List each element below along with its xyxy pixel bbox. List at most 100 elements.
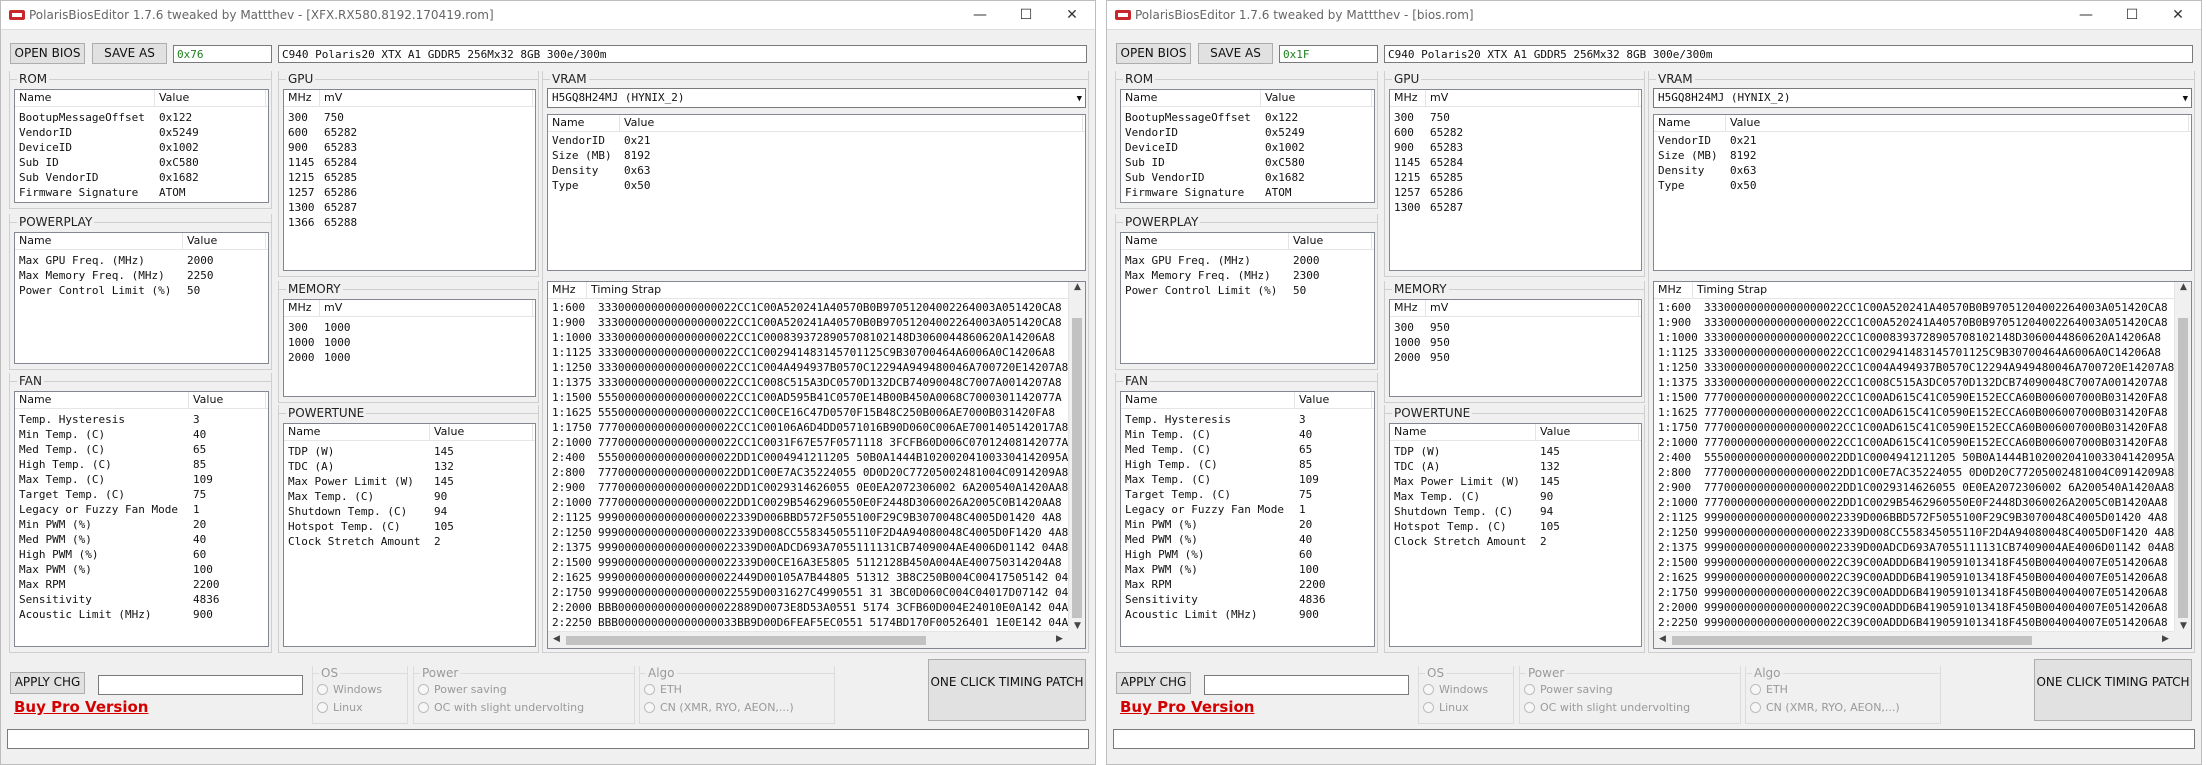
column-header[interactable]: Value: [1536, 424, 1639, 440]
table-row[interactable]: 1:1125 333000000000000000022CC1C002941483…: [1654, 345, 2191, 360]
one-click-timing-patch-button[interactable]: ONE CLICK TIMING PATCH: [2034, 659, 2192, 721]
table-row[interactable]: 2:400 555000000000000000022DD1C0004941211…: [1654, 450, 2191, 465]
title-bar[interactable]: PolarisBiosEditor 1.7.6 tweaked by Mattt…: [1, 1, 1095, 30]
gpu-list[interactable]: MHz mV 300 750 600 65282 900 65283 1145 65284 1215…: [1389, 89, 1642, 271]
fan-list[interactable]: Name Value Temp. Hysteresis 3 Min Temp. (C) 4…: [1120, 391, 1375, 647]
column-header[interactable]: Name: [1390, 424, 1536, 440]
table-row[interactable]: 2:1375 999000000000000000022339D00ADCD693…: [548, 540, 1085, 555]
table-row[interactable]: 900 65283: [1390, 140, 1641, 155]
table-row[interactable]: Type 0x50: [1654, 178, 2191, 193]
algo-eth-radio[interactable]: ETH: [1750, 683, 1788, 696]
save-as-button[interactable]: SAVE AS: [92, 43, 167, 64]
column-header[interactable]: Value: [183, 233, 266, 249]
table-row[interactable]: 2:2250 BBB000000000000000033BB9D00D6FEAF5…: [548, 615, 1085, 630]
memory-list[interactable]: MHz mV 300 950 1000 950 2000 950: [1389, 299, 1642, 397]
memory-list[interactable]: MHz mV 300 1000 1000 1000 2000 1000: [283, 299, 536, 397]
table-row[interactable]: Temp. Hysteresis 3: [1121, 412, 1374, 427]
column-header[interactable]: Name: [15, 392, 189, 408]
powerplay-list[interactable]: Name Value Max GPU Freq. (MHz) 2000 Max Memo…: [1120, 232, 1375, 364]
table-row[interactable]: 2:1750 999000000000000000022C39C00ADDD6B4…: [1654, 585, 2191, 600]
buy-pro-link[interactable]: Buy Pro Version: [14, 698, 148, 716]
table-row[interactable]: TDP (W) 145: [284, 444, 535, 459]
table-row[interactable]: 1:1750 777000000000000000022CC1C00AD615C4…: [1654, 420, 2191, 435]
table-row[interactable]: Acoustic Limit (MHz) 900: [1121, 607, 1374, 622]
table-row[interactable]: DeviceID 0x1002: [15, 140, 268, 155]
table-row[interactable]: 1:900 333000000000000000022CC1C00A520241A…: [548, 315, 1085, 330]
table-row[interactable]: Sensitivity 4836: [1121, 592, 1374, 607]
table-row[interactable]: 1:1375 333000000000000000022CC1C008C515A3…: [548, 375, 1085, 390]
column-header[interactable]: mV: [1426, 90, 1639, 106]
gpu-list[interactable]: MHz mV 300 750 600 65282 900 65283 1145 65284 1215…: [283, 89, 536, 271]
chevron-down-icon[interactable]: ▼: [1077, 90, 1082, 108]
table-row[interactable]: Size (MB) 8192: [548, 148, 1085, 163]
column-header[interactable]: Name: [15, 90, 155, 106]
table-row[interactable]: TDC (A) 132: [284, 459, 535, 474]
horizontal-scrollbar[interactable]: ◀ ▶: [548, 631, 1068, 648]
table-row[interactable]: Max GPU Freq. (MHz) 2000: [1121, 253, 1374, 268]
powertune-list[interactable]: Name Value TDP (W) 145 TDC (A) 132 Max Power L…: [283, 423, 536, 647]
table-row[interactable]: 1:1125 333000000000000000022CC1C002941483…: [548, 345, 1085, 360]
table-row[interactable]: 2:1000 777000000000000000022CC1C00AD615C4…: [1654, 435, 2191, 450]
table-row[interactable]: Max Memory Freq. (MHz) 2250: [15, 268, 268, 283]
save-as-button[interactable]: SAVE AS: [1198, 43, 1273, 64]
column-header[interactable]: Value: [1261, 90, 1372, 106]
column-header[interactable]: Value: [155, 90, 266, 106]
table-row[interactable]: Shutdown Temp. (C) 94: [284, 504, 535, 519]
table-row[interactable]: Max Temp. (C) 90: [1390, 489, 1641, 504]
table-row[interactable]: Hotspot Temp. (C) 105: [284, 519, 535, 534]
rom-list[interactable]: Name Value BootupMessageOffset 0x122 VendorI…: [1120, 89, 1375, 203]
scroll-right-icon[interactable]: ▶: [2157, 634, 2174, 644]
algo-eth-radio[interactable]: ETH: [644, 683, 682, 696]
table-row[interactable]: 1:600 333000000000000000022CC1C00A520241A…: [548, 300, 1085, 315]
table-row[interactable]: 1215 65285: [284, 170, 535, 185]
table-row[interactable]: Med Temp. (C) 65: [1121, 442, 1374, 457]
table-row[interactable]: 1:1250 333000000000000000022CC1C004A49493…: [1654, 360, 2191, 375]
table-row[interactable]: Shutdown Temp. (C) 94: [1390, 504, 1641, 519]
powerplay-list[interactable]: Name Value Max GPU Freq. (MHz) 2000 Max Memo…: [14, 232, 269, 364]
table-row[interactable]: Min Temp. (C) 40: [15, 427, 268, 442]
buy-pro-link[interactable]: Buy Pro Version: [1120, 698, 1254, 716]
table-row[interactable]: Max Temp. (C) 109: [1121, 472, 1374, 487]
table-row[interactable]: Max PWM (%) 100: [15, 562, 268, 577]
table-row[interactable]: Max PWM (%) 100: [1121, 562, 1374, 577]
scroll-down-icon[interactable]: ▼: [2175, 621, 2191, 631]
table-row[interactable]: Max Power Limit (W) 145: [1390, 474, 1641, 489]
table-row[interactable]: 1145 65284: [1390, 155, 1641, 170]
one-click-timing-patch-button[interactable]: ONE CLICK TIMING PATCH: [928, 659, 1086, 721]
scroll-up-icon[interactable]: ▲: [2175, 282, 2191, 292]
column-header[interactable]: Name: [548, 115, 620, 131]
table-row[interactable]: 1145 65284: [284, 155, 535, 170]
scroll-left-icon[interactable]: ◀: [1654, 634, 1671, 644]
column-header[interactable]: MHz: [1390, 90, 1426, 106]
table-row[interactable]: 1215 65285: [1390, 170, 1641, 185]
column-header[interactable]: MHz: [548, 282, 587, 298]
table-row[interactable]: Sub ID 0xC580: [1121, 155, 1374, 170]
minimize-icon[interactable]: —: [957, 1, 1003, 30]
table-row[interactable]: TDP (W) 145: [1390, 444, 1641, 459]
table-row[interactable]: VendorID 0x5249: [1121, 125, 1374, 140]
table-row[interactable]: 600 65282: [1390, 125, 1641, 140]
column-header[interactable]: Value: [430, 424, 533, 440]
table-row[interactable]: 2:1750 999000000000000000022559D0031627C4…: [548, 585, 1085, 600]
table-row[interactable]: 300 750: [284, 110, 535, 125]
column-header[interactable]: mV: [1426, 300, 1639, 316]
table-row[interactable]: Max Temp. (C) 90: [284, 489, 535, 504]
table-row[interactable]: 300 1000: [284, 320, 535, 335]
table-row[interactable]: 2:1375 999000000000000000022339D00ADCD693…: [1654, 540, 2191, 555]
column-header[interactable]: Name: [1121, 90, 1261, 106]
table-row[interactable]: Max GPU Freq. (MHz) 2000: [15, 253, 268, 268]
table-row[interactable]: High Temp. (C) 85: [1121, 457, 1374, 472]
power-saving-radio[interactable]: Power saving: [1524, 683, 1613, 696]
scroll-left-icon[interactable]: ◀: [548, 634, 565, 644]
column-header[interactable]: Name: [284, 424, 430, 440]
timing-strap-list[interactable]: MHz Timing Strap 1:600 33300000000000000002…: [1653, 281, 2192, 649]
column-header[interactable]: Timing Strap: [587, 282, 1085, 298]
column-header[interactable]: Value: [1726, 115, 2189, 131]
table-row[interactable]: Density 0x63: [548, 163, 1085, 178]
algo-cn-radio[interactable]: CN (XMR, RYO, AEON,...): [644, 701, 794, 714]
table-row[interactable]: 1:1250 333000000000000000022CC1C004A49493…: [548, 360, 1085, 375]
table-row[interactable]: Max Power Limit (W) 145: [284, 474, 535, 489]
column-header[interactable]: MHz: [1390, 300, 1426, 316]
table-row[interactable]: 1:1500 555000000000000000022CC1C00AD595B4…: [548, 390, 1085, 405]
powertune-list[interactable]: Name Value TDP (W) 145 TDC (A) 132 Max Power L…: [1389, 423, 1642, 647]
